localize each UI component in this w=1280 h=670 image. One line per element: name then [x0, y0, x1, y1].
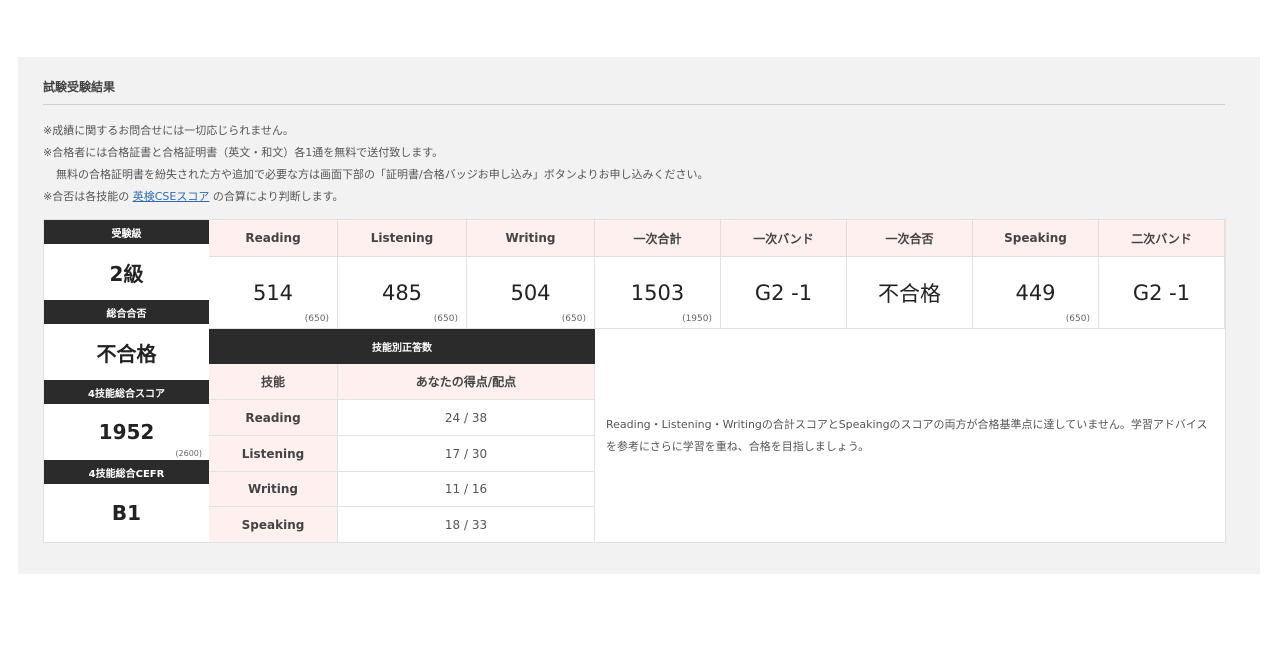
score-max: (650) [304, 314, 329, 324]
cse-score-link[interactable]: 英検CSEスコア [133, 190, 210, 203]
score-header-speaking: Speaking [973, 220, 1099, 257]
score-value: 514 [252, 280, 294, 305]
title-divider [43, 104, 1225, 105]
grade-label: 受験級 [44, 220, 209, 244]
skills-row-reading-label: Reading [209, 400, 338, 436]
score-header-first-result: 一次合否 [847, 220, 973, 257]
total-score-value: 1952 [98, 420, 155, 444]
score-cell-first-result: 不合格 [847, 257, 973, 329]
score-cell-second-band: G2 -1 [1099, 257, 1225, 329]
note-4-prefix: ※合否は各技能の [43, 190, 133, 203]
score-header-listening: Listening [338, 220, 467, 257]
score-header-first-band: 一次バンド [721, 220, 847, 257]
score-max: (650) [1065, 314, 1090, 324]
score-value: G2 -1 [754, 280, 813, 305]
cefr-value: B1 [44, 484, 209, 542]
score-header-first-total: 一次合計 [595, 220, 721, 257]
results-card: 受験級 2級 総合合否 不合格 4技能総合スコア 1952 (2600) 4技能… [43, 219, 1226, 543]
score-max: (1950) [682, 314, 712, 324]
skills-row-listening-score: 17 / 30 [338, 436, 595, 472]
skills-row-reading-score: 24 / 38 [338, 400, 595, 436]
note-4-suffix: の合算により判断します。 [209, 190, 344, 203]
score-value: 不合格 [878, 281, 941, 306]
grade-value: 2級 [44, 244, 209, 300]
score-cell-first-total: 1503 (1950) [595, 257, 721, 329]
score-cell-speaking: 449 (650) [973, 257, 1099, 329]
cefr-label: 4技能総合CEFR [44, 460, 209, 484]
skills-row-writing-label: Writing [209, 472, 338, 507]
score-header-second-band: 二次バンド [1099, 220, 1225, 257]
exam-results-panel: 試験受験結果 ※成績に関するお問合せには一切応じられません。 ※合格者には合格証… [18, 57, 1260, 574]
note-2: ※合格者には合格証書と合格証明書（英文・和文）各1通を無料で送付致します。 [43, 146, 444, 159]
skills-row-listening-label: Listening [209, 436, 338, 472]
skills-col-skill: 技能 [209, 364, 338, 400]
score-cell-reading: 514 (650) [209, 257, 338, 329]
score-value: 504 [510, 280, 551, 305]
score-value: 449 [1015, 280, 1056, 305]
skills-row-speaking-label: Speaking [209, 507, 338, 542]
score-value: G2 -1 [1132, 280, 1191, 305]
skills-row-speaking-score: 18 / 33 [338, 507, 595, 542]
note-3: 無料の合格証明書を紛失された方や追加で必要な方は画面下部の「証明書/合格バッジお… [56, 168, 709, 181]
score-cell-first-band: G2 -1 [721, 257, 847, 329]
score-cell-writing: 504 (650) [467, 257, 595, 329]
note-1: ※成績に関するお問合せには一切応じられません。 [43, 124, 294, 137]
notes: ※成績に関するお問合せには一切応じられません。 ※合格者には合格証書と合格証明書… [43, 120, 708, 208]
score-max: (650) [433, 314, 458, 324]
note-4: ※合否は各技能の 英検CSEスコア の合算により判断します。 [43, 186, 708, 208]
skills-table-title: 技能別正答数 [209, 329, 595, 364]
section-title: 試験受験結果 [43, 80, 116, 94]
total-score-label: 4技能総合スコア [44, 380, 209, 404]
score-value: 1503 [630, 280, 685, 305]
overall-result-label: 総合合否 [44, 300, 209, 324]
total-score-box: 1952 (2600) [44, 404, 209, 460]
score-value: 485 [381, 280, 423, 305]
score-max: (650) [561, 314, 586, 324]
skills-col-score: あなたの得点/配点 [338, 364, 595, 400]
score-header-writing: Writing [467, 220, 595, 257]
total-score-max: (2600) [175, 449, 202, 458]
advice-text: Reading・Listening・Writingの合計スコアとSpeaking… [606, 418, 1208, 453]
score-cell-listening: 485 (650) [338, 257, 467, 329]
skills-row-writing-score: 11 / 16 [338, 472, 595, 507]
score-header-reading: Reading [209, 220, 338, 257]
overall-result-value: 不合格 [44, 324, 209, 380]
